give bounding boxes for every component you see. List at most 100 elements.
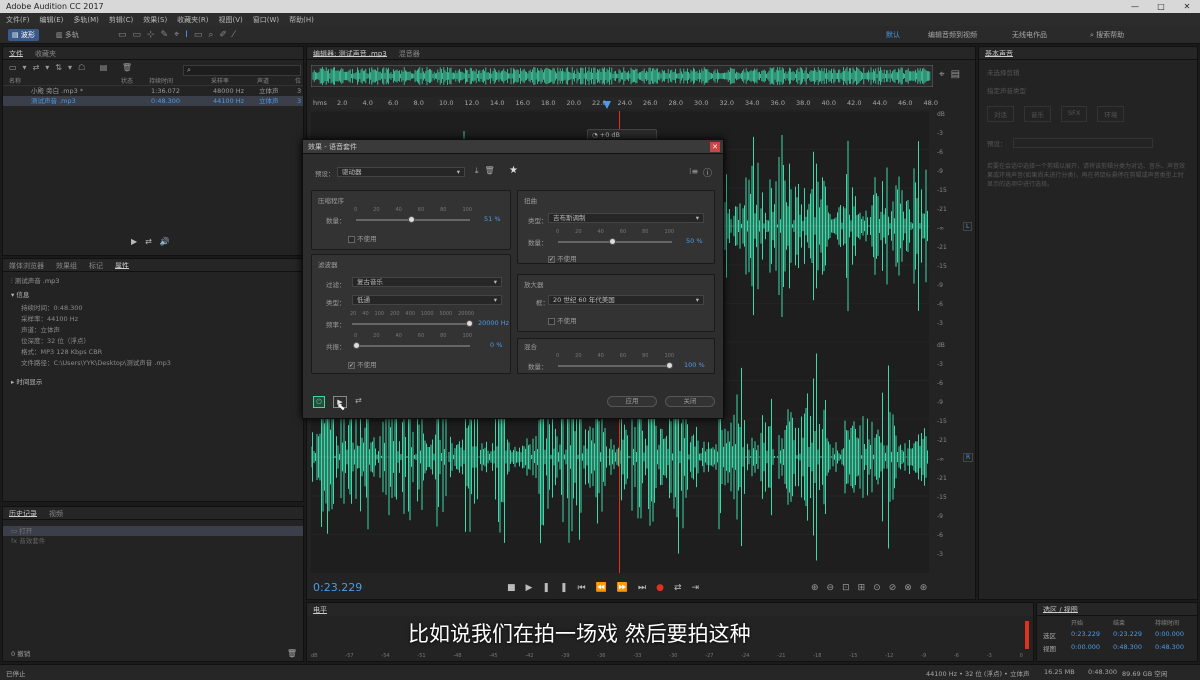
channel-l[interactable]: L bbox=[963, 222, 973, 231]
menu-item[interactable]: 效果(S) bbox=[143, 15, 167, 24]
overview-waveform[interactable] bbox=[311, 65, 933, 87]
tab-effects-group[interactable]: 效果组 bbox=[56, 261, 77, 270]
col-status[interactable]: 状态 bbox=[121, 76, 149, 85]
amplifier-select[interactable]: 20 世纪 60 年代美国 ▾ bbox=[548, 295, 704, 305]
amplifier-bypass[interactable]: 不使用 bbox=[548, 315, 577, 325]
mix-value[interactable]: 100 % bbox=[684, 361, 705, 369]
res-knob[interactable] bbox=[353, 342, 360, 349]
time-ruler[interactable]: hms 2.0 4.0 6.0 8.0 10.0 12.0 14.0 16.0 18.0 20.0… bbox=[311, 97, 938, 109]
menu-item[interactable]: 编辑(E) bbox=[40, 15, 64, 24]
zoom-controls[interactable]: ⊕⊖⊡⊞⊙⊘⊗⊛ bbox=[811, 583, 935, 593]
sel-start[interactable]: 0:23.229 bbox=[1071, 630, 1113, 640]
distortion-knob[interactable] bbox=[609, 238, 616, 245]
maximize-button[interactable]: □ bbox=[1148, 0, 1174, 13]
tab-properties[interactable]: 属性 bbox=[115, 261, 129, 270]
dialog-close-icon[interactable]: ✕ bbox=[710, 142, 720, 152]
tab-video[interactable]: 视频 bbox=[49, 509, 63, 518]
info-section-header[interactable]: ▾ 信息 bbox=[3, 290, 303, 300]
apply-button[interactable]: 应用 bbox=[607, 396, 657, 407]
tab-favorites[interactable]: 收藏夹 bbox=[35, 49, 56, 58]
file-row[interactable]: 小殿 旁白 .mp3 * 1:36.072 48000 Hz 立体声 3 bbox=[3, 86, 303, 96]
sel-dur[interactable]: 0:00.000 bbox=[1155, 630, 1184, 640]
distortion-type-select[interactable]: 吉布斯调制 ▾ bbox=[548, 213, 704, 223]
mix-slider[interactable] bbox=[558, 365, 672, 367]
distortion-value[interactable]: 50 % bbox=[686, 237, 703, 245]
channel-r[interactable]: R bbox=[963, 453, 974, 462]
preview-transport[interactable]: ▶⇄🔊 bbox=[131, 237, 178, 246]
bypass-checkbox-checked[interactable]: ✓ bbox=[348, 361, 355, 369]
tab-editor[interactable]: 编辑器: 测试声音 .mp3 bbox=[313, 49, 387, 58]
res-value[interactable]: 0 % bbox=[490, 341, 502, 349]
search-help-input[interactable]: ⌕ 搜索帮助 bbox=[1086, 29, 1128, 41]
tab-files[interactable]: 文件 bbox=[9, 49, 23, 58]
time-display[interactable]: 0:23.229 bbox=[313, 581, 362, 594]
col-name[interactable]: 名称 bbox=[9, 76, 121, 85]
freq-value[interactable]: 20000 Hz bbox=[478, 319, 509, 327]
trash-icon[interactable]: 🗑 bbox=[287, 649, 297, 658]
multitrack-mode-button[interactable]: ▥ 多轨 bbox=[52, 29, 83, 41]
menu-item[interactable]: 视图(V) bbox=[219, 15, 243, 24]
loop-icon[interactable]: ⇄ bbox=[355, 396, 362, 405]
filter-bypass[interactable]: ✓ 不使用 bbox=[348, 359, 377, 369]
history-item[interactable]: fx 音效套件 bbox=[3, 536, 303, 546]
power-toggle-icon[interactable]: ⏻ bbox=[313, 396, 325, 408]
filter-type-select[interactable]: 低通 ▾ bbox=[352, 295, 502, 305]
files-search-input[interactable]: ⌕ bbox=[183, 65, 301, 76]
res-slider[interactable] bbox=[356, 345, 470, 347]
distortion-bypass[interactable]: ✓ 不使用 bbox=[548, 253, 577, 263]
view-dur[interactable]: 0:48.300 bbox=[1155, 643, 1184, 653]
compressor-value[interactable]: 51 % bbox=[484, 215, 501, 223]
file-row-selected[interactable]: 测试声音 .mp3 0:48.300 44100 Hz 立体声 3 bbox=[3, 96, 303, 106]
sound-type-button[interactable]: 音乐 bbox=[1024, 106, 1051, 122]
workspace-radio[interactable]: 无线电作品 bbox=[1008, 29, 1051, 41]
tab-history[interactable]: 历史记录 bbox=[9, 509, 37, 518]
filter-select[interactable]: 复古音乐 ▾ bbox=[352, 277, 502, 287]
tab-mixer[interactable]: 混音器 bbox=[399, 49, 420, 58]
col-bits[interactable]: 位 bbox=[295, 76, 301, 85]
bypass-checkbox-checked[interactable]: ✓ bbox=[548, 255, 555, 263]
favorite-star-icon[interactable]: ★ bbox=[509, 165, 518, 176]
menu-item[interactable]: 多轨(M) bbox=[73, 15, 99, 24]
view-start[interactable]: 0:00.000 bbox=[1071, 643, 1113, 653]
view-end[interactable]: 0:48.300 bbox=[1113, 643, 1155, 653]
menu-item[interactable]: 文件(F) bbox=[6, 15, 30, 24]
waveform-mode-button[interactable]: ▤ 波形 bbox=[8, 29, 39, 41]
workspace-video[interactable]: 编辑音频到视频 bbox=[924, 29, 981, 41]
col-rate[interactable]: 采样率 bbox=[211, 76, 257, 85]
compressor-bypass[interactable]: 不使用 bbox=[348, 233, 377, 243]
compressor-knob[interactable] bbox=[408, 216, 415, 223]
bypass-checkbox[interactable] bbox=[348, 235, 355, 243]
minimize-button[interactable]: — bbox=[1122, 0, 1148, 13]
preset-actions[interactable]: ⤓🗑 bbox=[475, 166, 501, 176]
zoom-overview-icons[interactable]: ⌖▤ bbox=[939, 69, 966, 80]
mix-knob[interactable] bbox=[666, 362, 673, 369]
freq-slider[interactable] bbox=[352, 323, 472, 325]
tab-media-browser[interactable]: 媒体浏览器 bbox=[9, 261, 44, 270]
bypass-checkbox[interactable] bbox=[548, 317, 555, 325]
history-item[interactable]: ▭ 打开 bbox=[3, 526, 303, 536]
freq-knob[interactable] bbox=[466, 320, 473, 327]
preset-select[interactable] bbox=[1012, 138, 1153, 148]
close-button[interactable]: ✕ bbox=[1174, 0, 1200, 13]
tool-icons[interactable]: ▭▭⊹✎⌖I▭⌕✐⁄ bbox=[118, 30, 240, 40]
record-icon[interactable]: ● bbox=[656, 583, 674, 593]
dialog-titlebar[interactable]: 效果 - 语音套件 bbox=[303, 140, 723, 154]
transport-controls[interactable]: ■▶❚❚⏮⏪⏩⏭●⇄⇥ bbox=[507, 583, 709, 593]
menu-item[interactable]: 剪辑(C) bbox=[109, 15, 133, 24]
sound-type-button[interactable]: 环境 bbox=[1097, 106, 1125, 122]
info-icon[interactable]: ⓘ bbox=[703, 166, 712, 179]
menu-icon[interactable]: ⁝≡ bbox=[689, 167, 698, 176]
sound-type-button[interactable]: 对话 bbox=[987, 106, 1014, 122]
sound-type-button[interactable]: SFX bbox=[1061, 106, 1088, 122]
close-dialog-button[interactable]: 关闭 bbox=[665, 396, 715, 407]
menu-item[interactable]: 窗口(W) bbox=[253, 15, 279, 24]
sel-end[interactable]: 0:23.229 bbox=[1113, 630, 1155, 640]
tab-markers[interactable]: 标记 bbox=[89, 261, 103, 270]
col-duration[interactable]: 持续时间 bbox=[149, 76, 211, 85]
menu-item[interactable]: 收藏夹(R) bbox=[177, 15, 208, 24]
time-display-section[interactable]: ▸ 时间显示 bbox=[3, 377, 303, 387]
workspace-default[interactable]: 默认 bbox=[882, 29, 904, 41]
menu-item[interactable]: 帮助(H) bbox=[289, 15, 314, 24]
col-channels[interactable]: 声道 bbox=[257, 76, 295, 85]
preset-select[interactable]: 驱动器 ▾ bbox=[337, 167, 465, 177]
